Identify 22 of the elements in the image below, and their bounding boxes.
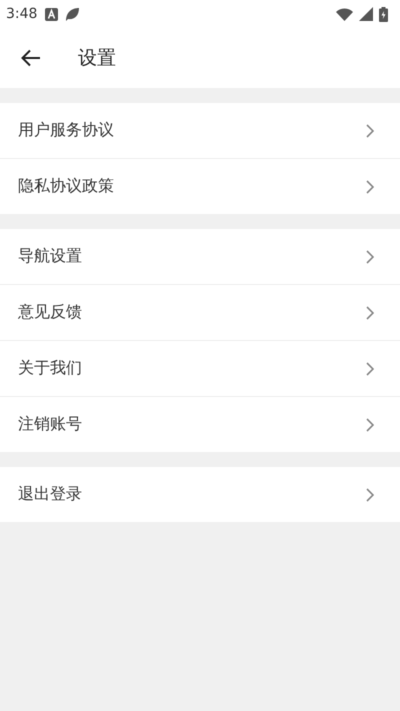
settings-item[interactable]: 导航设置 (0, 229, 400, 284)
settings-item[interactable]: 用户服务协议 (0, 103, 400, 158)
battery-icon (379, 6, 388, 22)
back-button[interactable] (21, 49, 41, 67)
signal-icon (359, 7, 373, 21)
settings-item[interactable]: 退出登录 (0, 467, 400, 522)
chevron-right-icon (366, 250, 374, 264)
chevron-right-icon (366, 124, 374, 138)
status-time: 3:48 (6, 6, 38, 22)
chevron-right-icon (366, 180, 374, 194)
settings-item[interactable]: 隐私协议政策 (0, 159, 400, 214)
notification-box-icon (45, 8, 58, 20)
chevron-right-icon (366, 306, 374, 320)
settings-item[interactable]: 关于我们 (0, 341, 400, 396)
page-title: 设置 (78, 46, 116, 71)
chevron-right-icon (366, 488, 374, 502)
chevron-right-icon (366, 362, 374, 376)
wifi-icon (336, 8, 353, 20)
chevron-right-icon (366, 418, 374, 432)
settings-item[interactable]: 注销账号 (0, 397, 400, 452)
settings-item[interactable]: 意见反馈 (0, 285, 400, 340)
leaf-icon (64, 6, 80, 22)
